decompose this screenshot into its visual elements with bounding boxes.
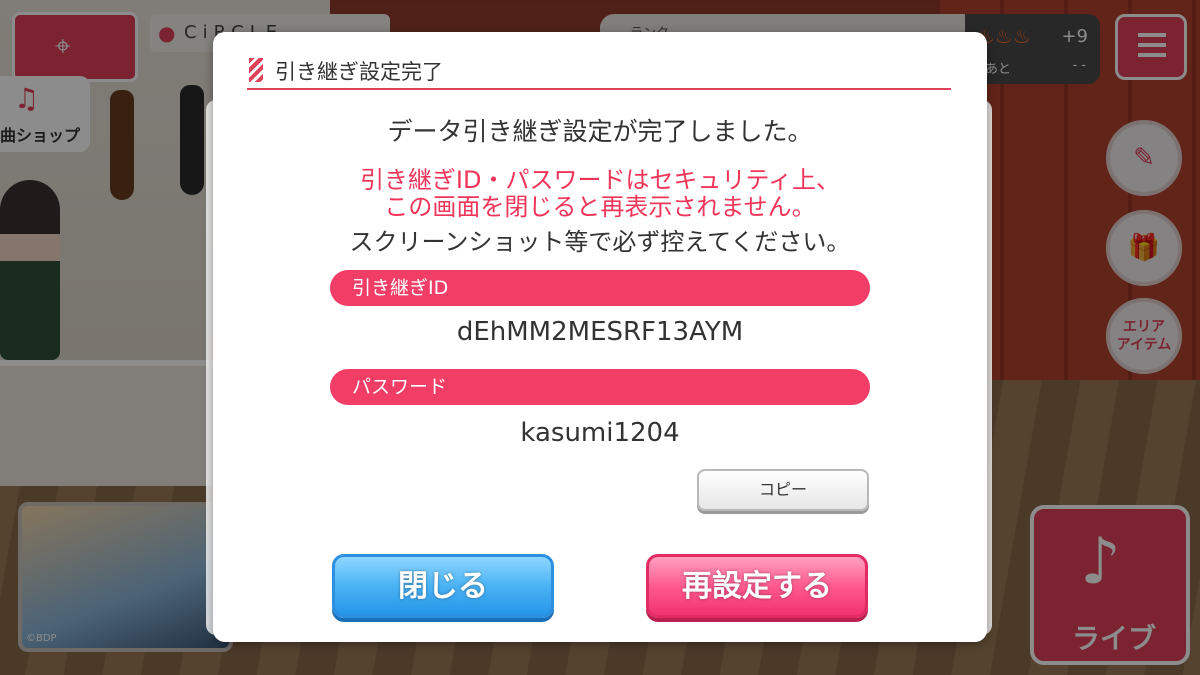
close-button[interactable]: 閉じる [332, 554, 554, 618]
completion-message: データ引き継ぎ設定が完了しました。 [387, 117, 813, 146]
copy-button[interactable]: コピー [697, 469, 869, 511]
transfer-id-value: dEhMM2MESRF13AYM [456, 317, 744, 347]
transfer-complete-dialog: 引き継ぎ設定完了 データ引き継ぎ設定が完了しました。 引き継ぎID・パスワードは… [213, 32, 987, 642]
password-value: kasumi1204 [520, 418, 680, 448]
title-stripe-icon [249, 58, 263, 82]
password-label: パスワード [330, 369, 870, 405]
reset-button[interactable]: 再設定する [646, 554, 868, 618]
dialog-title: 引き継ぎ設定完了 [275, 60, 443, 84]
screenshot-note: スクリーンショット等で必ず控えてください。 [349, 228, 851, 256]
security-warning: 引き継ぎID・パスワードはセキュリティ上、 この画面を閉じると再表示されません。 [359, 166, 841, 221]
transfer-id-label: 引き継ぎID [330, 270, 870, 306]
dialog-header: 引き継ぎ設定完了 [247, 54, 951, 90]
